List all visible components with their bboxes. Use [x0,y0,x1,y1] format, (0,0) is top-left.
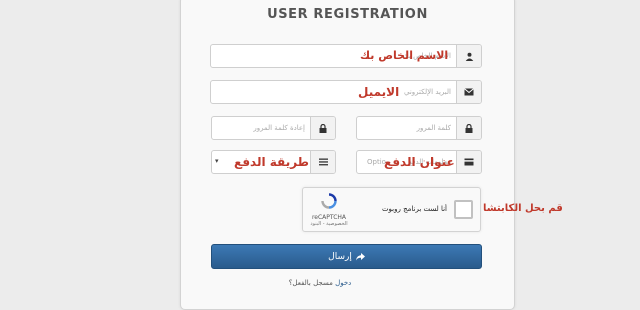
login-link-row: دخول مسجل بالفعل؟ [0,279,640,287]
recaptcha-label: أنا لست برنامج روبوت [381,205,447,213]
chevron-down-icon: ▾ [215,157,219,165]
recaptcha-terms[interactable]: الخصوصية - البنود [309,221,349,227]
email-placeholder: البريد الإلكتروني [404,88,451,96]
login-link[interactable]: دخول [335,279,351,287]
password-confirm-placeholder: إعادة كلمة المرور [253,124,305,132]
password-confirm-field[interactable]: إعادة كلمة المرور [211,116,336,140]
email-field[interactable]: البريد الإلكتروني [210,80,482,104]
credit-card-icon [456,151,481,173]
list-icon [310,151,335,173]
recaptcha-brand: reCAPTCHA [311,214,347,221]
page-title: USER REGISTRATION [267,7,428,22]
login-link-text: مسجل بالفعل؟ [288,279,333,287]
payment-method-annotation: طريقة الدفع [234,155,309,169]
lock-icon [456,117,481,139]
username-annotation: الاسم الخاص بك [360,49,449,62]
recaptcha-checkbox[interactable] [454,200,473,219]
lock-icon [310,117,335,139]
password-field[interactable]: كلمة المرور [356,116,482,140]
user-icon [456,45,481,67]
captcha-annotation: قم بحل الكابتشا [483,203,563,214]
recaptcha-icon [321,193,337,209]
payment-address-annotation: عنوان الدفع [384,155,455,169]
envelope-icon [456,81,481,103]
recaptcha-logo: reCAPTCHA الخصوصية - البنود [309,193,349,227]
password-placeholder: كلمة المرور [416,124,451,132]
submit-button[interactable]: إرسال [211,244,482,269]
recaptcha-widget: أنا لست برنامج روبوت reCAPTCHA الخصوصية … [302,187,481,232]
submit-label: إرسال [328,251,352,262]
share-icon [355,252,365,260]
email-annotation: الايميل [358,85,400,99]
